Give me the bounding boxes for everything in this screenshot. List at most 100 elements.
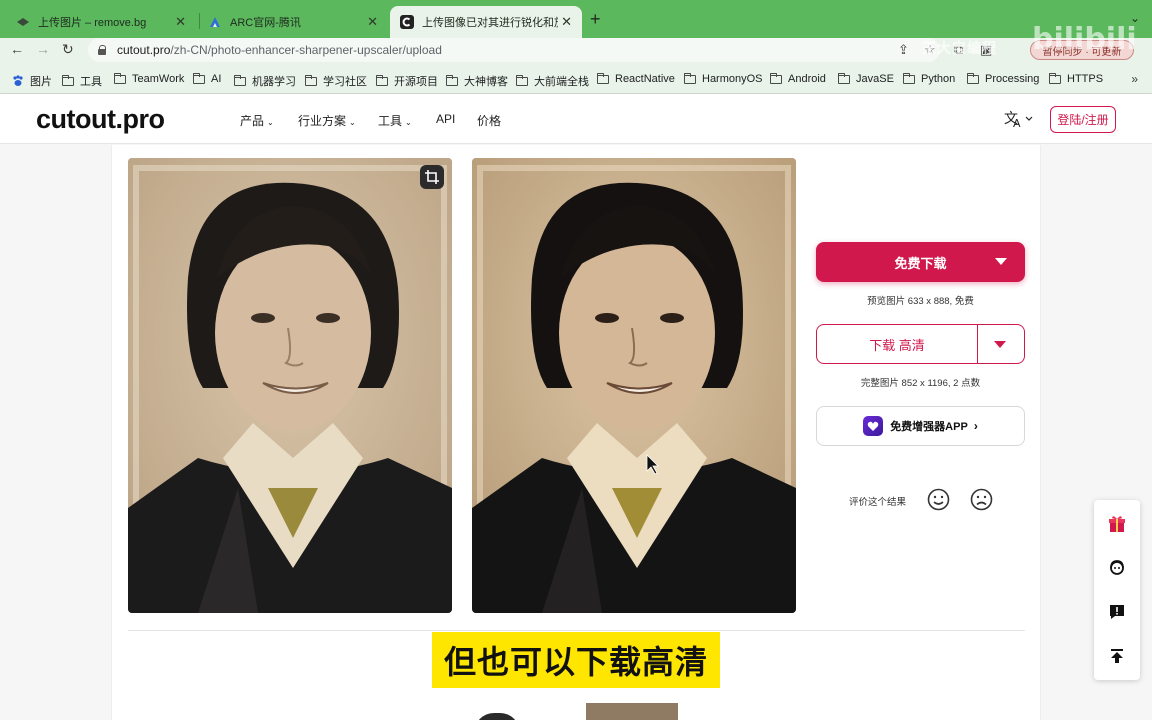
bookmark-label: HarmonyOS xyxy=(702,73,763,85)
result-panel: 免费下载 预览图片 633 x 888, 免费 下载 高清 完整图片 852 x… xyxy=(111,145,1041,720)
free-download-button[interactable]: 免费下载 xyxy=(816,242,1025,282)
bookmark-folder[interactable]: 机器学习 xyxy=(234,73,296,89)
bookmark-folder[interactable]: TeamWork xyxy=(114,72,185,85)
nav-products[interactable]: 产品 ⌄ xyxy=(240,112,274,129)
nav-solutions[interactable]: 行业方案 ⌄ xyxy=(298,112,356,129)
bookmark-label: Android xyxy=(788,73,826,85)
bookmark-item[interactable]: 图片 xyxy=(12,73,52,89)
free-download-label: 免费下载 xyxy=(894,255,947,271)
bookmark-folder[interactable]: 大前端全栈 xyxy=(516,73,589,89)
folder-icon xyxy=(597,72,609,84)
lock-icon xyxy=(98,45,107,55)
bookmark-label: Python xyxy=(921,73,956,85)
language-icon[interactable]: 文A xyxy=(1004,108,1034,133)
address-bar[interactable]: cutout.pro/zh-CN/photo-enhancer-sharpene… xyxy=(88,38,940,62)
arc-logo-icon xyxy=(208,15,222,29)
preview-size-note: 预览图片 633 x 888, 免费 xyxy=(867,296,974,307)
bookmark-label: 机器学习 xyxy=(252,76,296,88)
folder-icon xyxy=(770,72,782,84)
bookmark-folder[interactable]: Python xyxy=(903,72,956,85)
folder-icon xyxy=(446,74,458,86)
cutout-favicon-icon xyxy=(400,15,414,29)
folder-icon xyxy=(114,72,126,84)
baidu-paw-icon xyxy=(12,75,24,87)
bilibili-watermark-logo: bilibili xyxy=(1032,22,1137,57)
bookmarks-overflow-icon[interactable]: » xyxy=(1131,72,1138,86)
folder-icon xyxy=(305,74,317,86)
bookmark-folder[interactable]: 工具 xyxy=(62,73,102,89)
bookmark-label: HTTPS xyxy=(1067,73,1104,85)
smile-icon[interactable] xyxy=(927,488,950,511)
nav-pricing[interactable]: 价格 xyxy=(477,112,501,129)
site-logo[interactable]: cutout.pro xyxy=(36,104,165,135)
folder-icon xyxy=(376,74,388,86)
original-photo xyxy=(128,158,452,613)
full-size-note: 完整图片 852 x 1196, 2 点数 xyxy=(860,378,981,389)
support-agent-icon[interactable] xyxy=(1107,558,1127,578)
caret-down-icon[interactable] xyxy=(994,341,1006,348)
bookmarks-bar: 图片 工具 TeamWork AI 机器学习 学习社区 开源项目 大神博客 大前… xyxy=(0,64,1152,94)
folder-icon xyxy=(234,74,246,86)
new-tab-button[interactable]: + xyxy=(590,9,601,30)
login-register-button[interactable]: 登陆/注册 xyxy=(1050,106,1116,133)
close-icon[interactable]: ✕ xyxy=(367,14,378,30)
bookmark-label: JavaSE xyxy=(856,73,894,85)
chevron-down-icon: ⌄ xyxy=(405,118,412,127)
share-icon[interactable]: ⇪ xyxy=(898,42,909,58)
bookmark-label: 工具 xyxy=(80,76,102,88)
folder-icon xyxy=(1049,72,1061,84)
close-icon[interactable]: ✕ xyxy=(175,14,186,30)
back-to-top-icon[interactable] xyxy=(1107,646,1127,666)
tab-title: 上传图像已对其进行锐化和放大 xyxy=(422,17,558,29)
chevron-down-icon: ⌄ xyxy=(267,118,274,127)
tab-remove-bg[interactable]: 上传图片 – remove.bg ✕ xyxy=(6,6,196,38)
bookmark-label: Processing xyxy=(985,73,1040,85)
nav-tools[interactable]: 工具 ⌄ xyxy=(378,112,412,129)
example-thumbnail xyxy=(586,703,678,720)
frown-icon[interactable] xyxy=(970,488,993,511)
bookmark-folder[interactable]: 大神博客 xyxy=(446,73,508,89)
site-header: cutout.pro 产品 ⌄ 行业方案 ⌄ 工具 ⌄ API 价格 文A 登陆/注册 xyxy=(0,94,1152,144)
close-icon[interactable]: ✕ xyxy=(561,14,572,30)
bookmark-folder[interactable]: Android xyxy=(770,72,826,85)
folder-icon xyxy=(903,72,915,84)
tab-title: ARC官网-腾讯 xyxy=(230,17,301,29)
tab-arc-tencent[interactable]: ARC官网-腾讯 ✕ xyxy=(198,6,388,38)
bookmark-folder[interactable]: 开源项目 xyxy=(376,73,438,89)
folder-icon xyxy=(62,74,74,86)
tab-strip: 上传图片 – remove.bg ✕ ARC官网-腾讯 ✕ 上传图像已对其进行锐… xyxy=(0,0,1152,38)
button-divider xyxy=(977,325,978,363)
tab-title: 上传图片 – remove.bg xyxy=(38,17,147,29)
bookmark-folder[interactable]: ReactNative xyxy=(597,72,675,85)
crop-icon[interactable] xyxy=(420,165,444,189)
bookmark-folder[interactable]: AI xyxy=(193,72,222,85)
bookmark-folder[interactable]: JavaSE xyxy=(838,72,894,85)
reload-icon[interactable]: ↻ xyxy=(62,41,74,58)
back-icon[interactable]: ← xyxy=(10,41,24,57)
enhancer-app-label: 免费增强器APP xyxy=(890,421,968,433)
tab-cutout-upscaler[interactable]: 上传图像已对其进行锐化和放大 ✕ xyxy=(390,6,582,38)
bookmark-label: 大神博客 xyxy=(464,76,508,88)
nav-api[interactable]: API xyxy=(436,112,455,126)
folder-icon xyxy=(193,72,205,84)
watermark-text: 王大宝编程 xyxy=(922,40,997,56)
floating-toolbar xyxy=(1094,500,1140,680)
hd-download-button[interactable]: 下载 高清 xyxy=(816,324,1025,364)
bookmark-folder[interactable]: HTTPS xyxy=(1049,72,1104,85)
bookmark-folder[interactable]: Processing xyxy=(967,72,1040,85)
enhancer-app-button[interactable]: 免费增强器APP › xyxy=(816,406,1025,446)
bookmark-label: TeamWork xyxy=(132,73,185,85)
bookmark-folder[interactable]: 学习社区 xyxy=(305,73,367,89)
gift-icon[interactable] xyxy=(1107,514,1127,534)
folder-icon xyxy=(684,72,696,84)
forward-icon[interactable]: → xyxy=(36,41,50,57)
rate-result-label: 评价这个结果 xyxy=(849,497,907,508)
app-heart-icon xyxy=(863,416,884,436)
nav-label: 行业方案 xyxy=(298,114,347,128)
bookmark-label: AI xyxy=(211,73,222,85)
bookmark-label: ReactNative xyxy=(615,73,675,85)
bookmark-folder[interactable]: HarmonyOS xyxy=(684,72,763,85)
bookmark-label: 大前端全栈 xyxy=(534,76,589,88)
feedback-icon[interactable] xyxy=(1107,602,1127,622)
nav-label: 工具 xyxy=(378,114,403,128)
